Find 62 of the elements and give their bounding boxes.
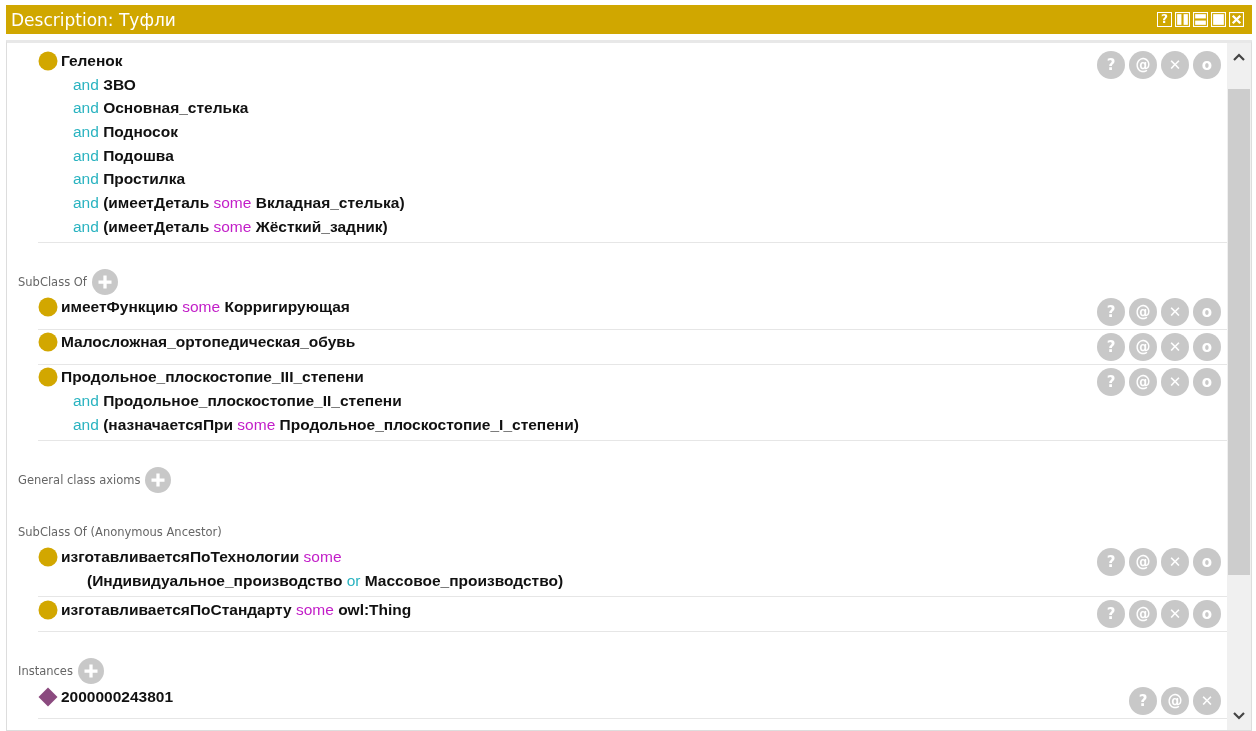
section-label: Instances	[18, 663, 73, 678]
split-horizontal-icon[interactable]	[1193, 12, 1208, 27]
section-label: General class axioms	[18, 472, 141, 487]
action-button[interactable]: ✕	[1161, 332, 1189, 361]
expression-line: and (имеетДеталь some Вкладная_стелька)	[73, 193, 405, 212]
individual-icon	[38, 686, 58, 707]
expression-line: имеетФункцию some Корригирующая	[61, 298, 350, 317]
split-vertical-icon[interactable]	[1175, 12, 1190, 27]
scroll-down-icon[interactable]	[1233, 712, 1245, 720]
expression-line: Малосложная_ортопедическая_обувь	[61, 333, 356, 352]
action-button[interactable]: @	[1129, 367, 1157, 396]
action-button[interactable]: ?	[1097, 599, 1125, 628]
action-button[interactable]: ?	[1097, 332, 1125, 361]
add-icon[interactable]	[77, 657, 104, 684]
action-button[interactable]: ✕	[1161, 51, 1189, 79]
action-button[interactable]: @	[1129, 332, 1157, 361]
expression-line: and Подошва	[73, 146, 174, 165]
class-icon	[38, 367, 58, 388]
action-button[interactable]: @	[1161, 686, 1189, 715]
action-button[interactable]: ?	[1097, 51, 1125, 79]
expression-line: 2000000243801	[61, 687, 174, 706]
action-button[interactable]: ✕	[1161, 547, 1189, 576]
action-button[interactable]: @	[1129, 599, 1157, 628]
action-button[interactable]: ✕	[1161, 599, 1189, 628]
action-button[interactable]: ?	[1129, 686, 1157, 715]
class-icon	[38, 297, 58, 318]
expression-line: (Индивидуальное_производство or Массовое_производство)	[87, 572, 564, 591]
expression-line: изготавливаетсяПоТехнологии some	[61, 548, 342, 567]
expression-line: Геленок	[61, 51, 123, 70]
expression-line: and Подносок	[73, 122, 178, 141]
class-icon	[38, 332, 58, 353]
expression-line: Продольное_плоскостопие_III_степени	[61, 368, 364, 387]
expression-line: and Основная_стелька	[73, 99, 249, 118]
expression-line: and Простилка	[73, 170, 185, 189]
action-button[interactable]: ✕	[1161, 367, 1189, 396]
help-button[interactable]: ?	[1157, 12, 1172, 27]
action-button[interactable]: ?	[1097, 547, 1125, 576]
expression-line: and Продольное_плоскостопие_II_степени	[73, 392, 402, 411]
section-label: SubClass Of (Anonymous Ancestor)	[18, 524, 222, 539]
section-label: SubClass Of	[18, 274, 87, 289]
action-button[interactable]: @	[1129, 51, 1157, 79]
class-icon	[38, 599, 58, 620]
scroll-up-icon[interactable]	[1233, 53, 1245, 61]
add-icon[interactable]	[145, 466, 172, 493]
action-button[interactable]: @	[1129, 297, 1157, 326]
expression-line: and (назначаетсяПри some Продольное_плоскостопие_I_степени)	[73, 415, 579, 434]
scroll-thumb[interactable]	[1228, 89, 1250, 575]
action-button[interactable]: ✕	[1193, 686, 1221, 715]
expression-line: and ЗВО	[73, 75, 136, 94]
action-button[interactable]: ?	[1097, 367, 1125, 396]
expression-line: изготавливаетсяПоСтандарту some owl:Thing	[61, 600, 412, 619]
class-icon	[38, 547, 58, 568]
scrollbar[interactable]	[1227, 43, 1251, 730]
action-button[interactable]: @	[1129, 547, 1157, 576]
class-icon	[38, 50, 58, 71]
close-icon[interactable]	[1229, 12, 1244, 27]
maximize-icon[interactable]	[1211, 12, 1226, 27]
action-button[interactable]: ✕	[1161, 297, 1189, 326]
window-title: Description: Туфли	[11, 9, 176, 30]
add-icon[interactable]	[91, 268, 118, 295]
action-button[interactable]: ?	[1097, 297, 1125, 326]
expression-line: and (имеетДеталь some Жёсткий_задник)	[73, 217, 388, 236]
